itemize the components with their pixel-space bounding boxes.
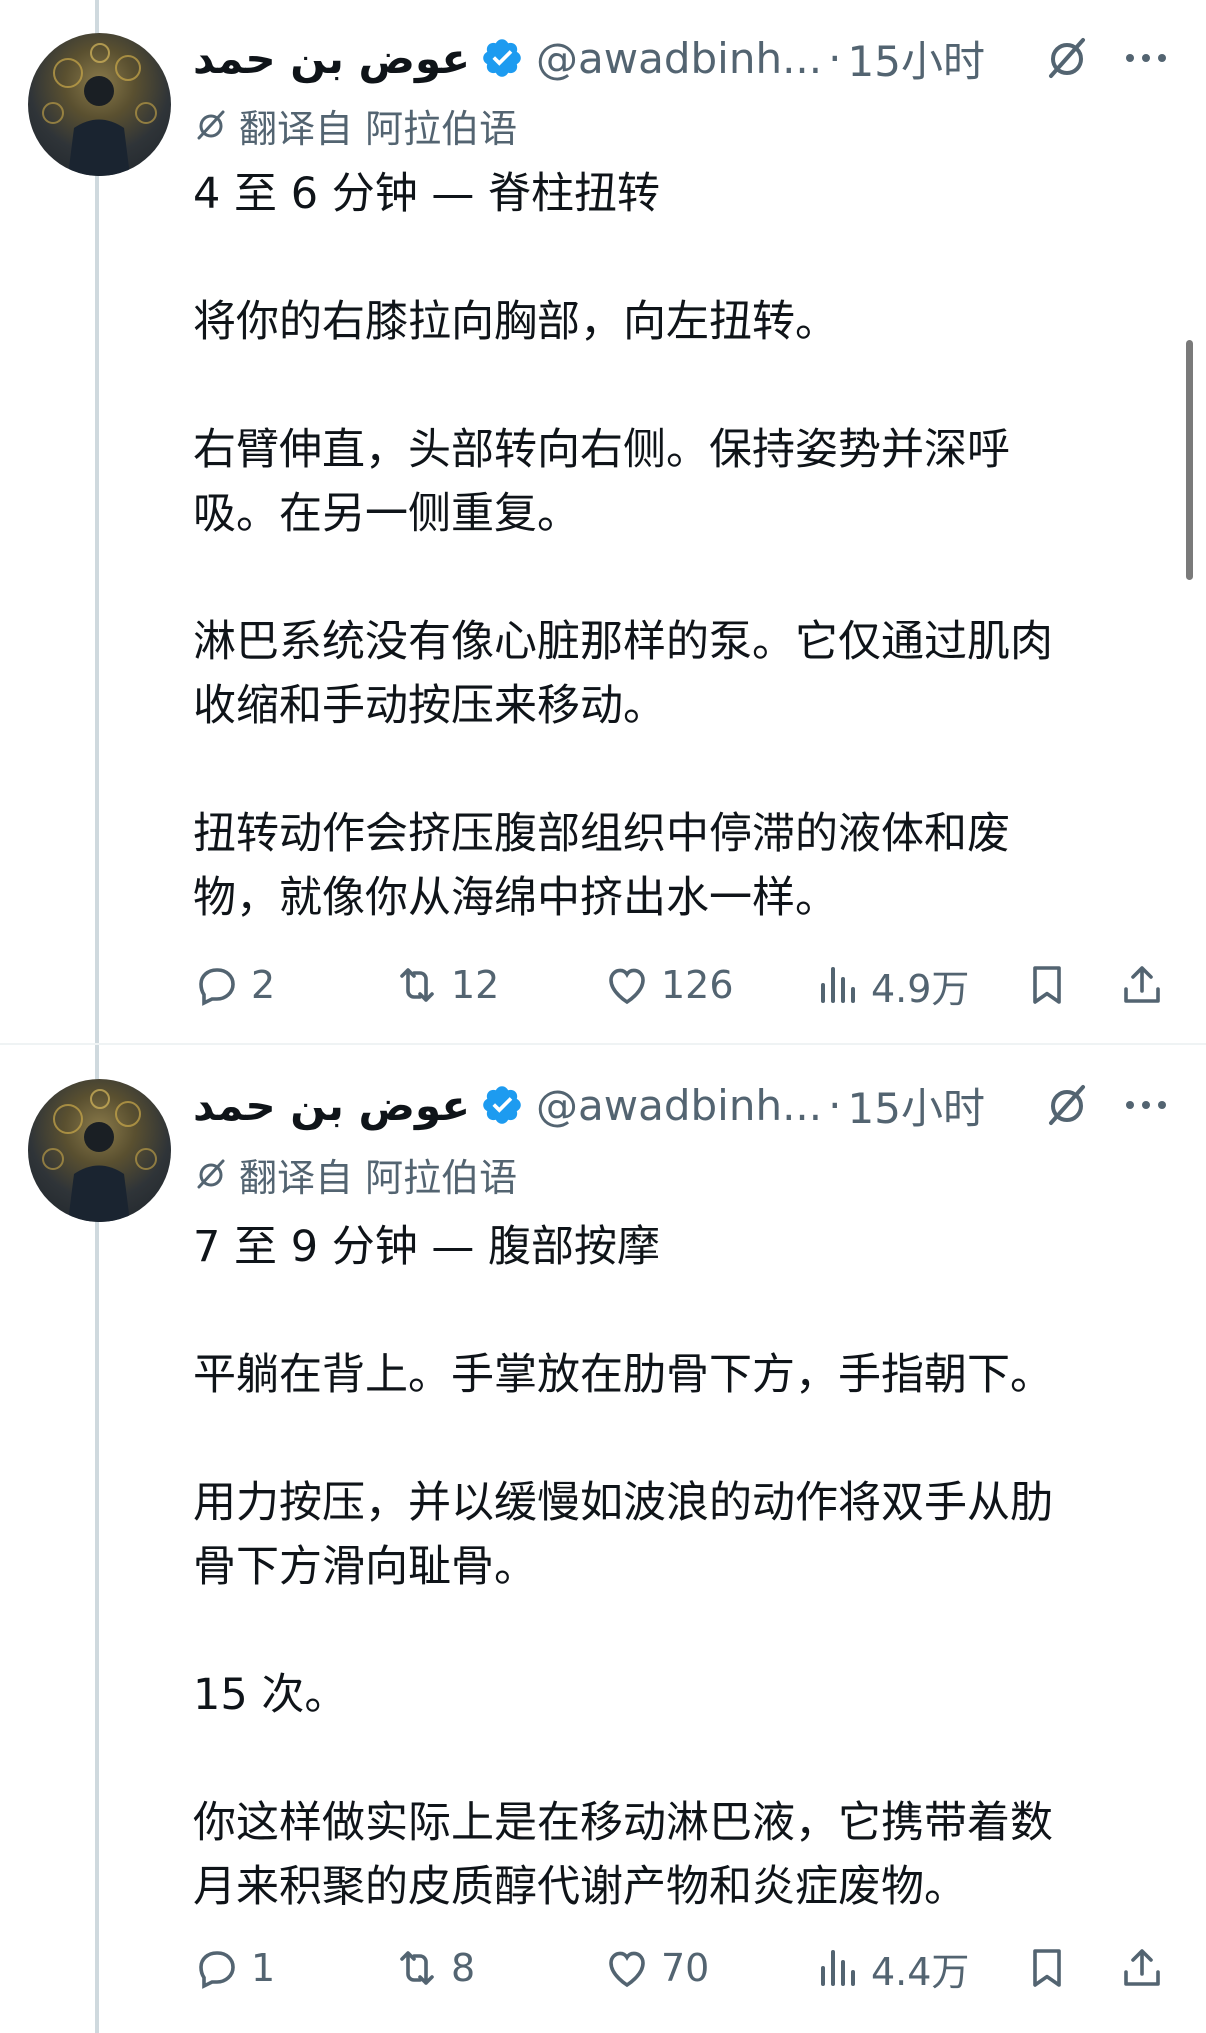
tweet-paragraph: 7 至 9 分钟 — 腹部按摩 [193, 1222, 661, 1272]
tweet[interactable]: عوض بن حمد @awadbinh... · 15小时 翻译自 阿拉伯语 … [0, 0, 1206, 1045]
separator-dot: · [828, 1080, 842, 1130]
reply-count: 2 [251, 963, 276, 1007]
view-count: 4.4万 [871, 1949, 970, 1994]
handle[interactable]: @awadbinh... [536, 1081, 822, 1130]
display-name[interactable]: عوض بن حمد [193, 1081, 470, 1130]
verified-badge-icon [480, 36, 524, 80]
views-button[interactable]: 4.4万 [813, 1938, 969, 1998]
tweet-text: 4 至 6 分钟 — 脊柱扭转 将你的右膝拉向胸部，向左扭转。 右臂伸直，头部转… [193, 162, 1183, 930]
scrollbar-thumb[interactable] [1186, 340, 1193, 580]
more-options-icon[interactable] [1121, 38, 1171, 78]
tweet-paragraph: 用力按压，并以缓慢如波浪的动作将双手从肋 骨下方滑向耻骨。 [193, 1478, 1053, 1592]
reply-count: 1 [251, 1946, 276, 1990]
bookmark-button[interactable] [1023, 1938, 1081, 1998]
reply-button[interactable]: 1 [193, 1938, 275, 1998]
action-bar: 2 12 126 4.9万 [193, 955, 1193, 1015]
tweet-paragraph: 4 至 6 分钟 — 脊柱扭转 [193, 169, 661, 219]
more-options-icon[interactable] [1121, 1085, 1171, 1125]
like-count: 70 [661, 1946, 710, 1990]
avatar[interactable] [28, 1079, 171, 1222]
view-count: 4.9万 [871, 966, 970, 1011]
reply-icon [199, 968, 235, 1006]
bookmark-button[interactable] [1023, 955, 1081, 1015]
analytics-icon [821, 967, 855, 1003]
bookmark-icon [1033, 966, 1061, 1004]
tweet-paragraph: 将你的右膝拉向胸部，向左扭转。 [193, 297, 838, 347]
heart-icon [609, 1951, 645, 1988]
tweet-paragraph: 淋巴系统没有像心脏那样的泵。它仅通过肌肉 收缩和手动按压来移动。 [193, 617, 1053, 731]
translation-label: 翻译自 阿拉伯语 [239, 106, 518, 151]
repost-icon [400, 968, 434, 1002]
repost-button[interactable]: 12 [393, 955, 499, 1015]
share-icon [1124, 966, 1160, 1003]
handle[interactable]: @awadbinh... [536, 34, 822, 83]
tweet-paragraph: 平躺在背上。手掌放在肋骨下方，手指朝下。 [193, 1350, 1053, 1400]
share-button[interactable] [1118, 1938, 1176, 1998]
timestamp[interactable]: 15小时 [848, 1075, 985, 1136]
analytics-icon [821, 1950, 855, 1986]
heart-icon [609, 968, 645, 1005]
reply-button[interactable]: 2 [193, 955, 275, 1015]
translation-label: 翻译自 阿拉伯语 [239, 1155, 518, 1200]
like-count: 126 [661, 963, 734, 1007]
grok-translate-icon [193, 1156, 229, 1192]
translation-note[interactable]: 翻译自 阿拉伯语 [193, 1149, 518, 1200]
repost-button[interactable]: 8 [393, 1938, 475, 1998]
verified-badge-icon [480, 1083, 524, 1127]
tweet-text: 7 至 9 分钟 — 腹部按摩 平躺在背上。手掌放在肋骨下方，手指朝下。 用力按… [193, 1215, 1183, 1919]
tweet-header: عوض بن حمد @awadbinh... · 15小时 [193, 1075, 1183, 1135]
timestamp[interactable]: 15小时 [848, 28, 985, 89]
grok-translate-icon [193, 107, 229, 143]
grok-icon[interactable] [1043, 34, 1091, 82]
views-button[interactable]: 4.9万 [813, 955, 969, 1015]
action-bar: 1 8 70 4.4万 [193, 1938, 1193, 1998]
display-name[interactable]: عوض بن حمد [193, 34, 470, 83]
repost-count: 12 [451, 963, 500, 1007]
repost-count: 8 [451, 1946, 476, 1990]
repost-icon [400, 1951, 434, 1985]
separator-dot: · [828, 33, 842, 83]
like-button[interactable]: 70 [603, 1938, 709, 1998]
translation-note[interactable]: 翻译自 阿拉伯语 [193, 100, 518, 151]
like-button[interactable]: 126 [603, 955, 734, 1015]
tweet-paragraph: 15 次。 [193, 1670, 348, 1720]
reply-icon [199, 1951, 235, 1989]
tweet-paragraph: 右臂伸直，头部转向右侧。保持姿势并深呼 吸。在另一侧重复。 [193, 425, 1010, 539]
tweet-paragraph: 扭转动作会挤压腹部组织中停滞的液体和废 物，就像你从海绵中挤出水一样。 [193, 809, 1010, 923]
timeline: عوض بن حمد @awadbinh... · 15小时 翻译自 阿拉伯语 … [0, 0, 1206, 2033]
bookmark-icon [1033, 1949, 1061, 1987]
tweet[interactable]: عوض بن حمد @awadbinh... · 15小时 翻译自 阿拉伯语 … [0, 1045, 1206, 2033]
grok-icon[interactable] [1043, 1081, 1091, 1129]
tweet-header: عوض بن حمد @awadbinh... · 15小时 [193, 28, 1183, 88]
share-button[interactable] [1118, 955, 1176, 1015]
share-icon [1124, 1949, 1160, 1986]
avatar[interactable] [28, 33, 171, 176]
tweet-paragraph: 你这样做实际上是在移动淋巴液，它携带着数 月来积聚的皮质醇代谢产物和炎症废物。 [193, 1798, 1053, 1912]
